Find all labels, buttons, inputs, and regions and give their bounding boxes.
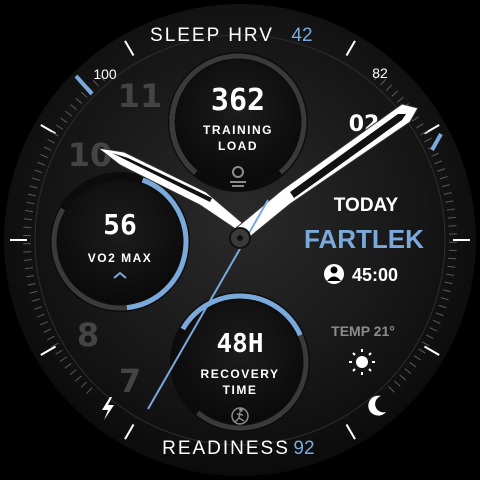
recovery-value: 48H (217, 329, 264, 359)
training-load-value: 362 (211, 83, 265, 118)
workout-name: FARTLEK (304, 224, 424, 254)
hatch-line (448, 225, 457, 227)
watch-face: 11 10 8 7 02 SLEEP HRV 42 READINESS 92 1… (0, 0, 480, 480)
recovery-label-1: RECOVERY (201, 367, 280, 381)
bezel-right-value: 82 (372, 65, 388, 81)
training-load-label-1: TRAINING (203, 123, 273, 137)
numeral-7: 7 (119, 362, 141, 400)
hatch-line (448, 257, 457, 260)
recovery-label-2: TIME (223, 383, 258, 397)
workout-duration: 45:00 (352, 265, 398, 285)
bottom-arc-value: 92 (293, 438, 314, 459)
bezel-left-value: 100 (93, 66, 117, 82)
weather-label: TEMP 21° (331, 323, 395, 339)
bottom-arc-label: READINESS (162, 438, 290, 459)
vo2max-label: VO2 MAX (88, 251, 153, 265)
top-arc-label: SLEEP HRV (150, 25, 274, 46)
numeral-10: 10 (68, 136, 113, 174)
numeral-8: 8 (77, 316, 99, 354)
training-load-label-2: LOAD (218, 139, 258, 153)
vo2max-value: 56 (103, 208, 137, 241)
subdial-recovery-time[interactable]: 48H RECOVERY TIME (170, 292, 310, 432)
subdial-training-load[interactable]: 362 TRAINING LOAD (168, 52, 308, 192)
numeral-11: 11 (118, 77, 163, 115)
hands-hub-center (237, 235, 243, 241)
person-icon (324, 264, 344, 284)
top-arc-value: 42 (291, 25, 312, 46)
workout-day: TODAY (334, 195, 399, 216)
subdial-vo2max[interactable]: 56 VO2 MAX (50, 172, 190, 312)
